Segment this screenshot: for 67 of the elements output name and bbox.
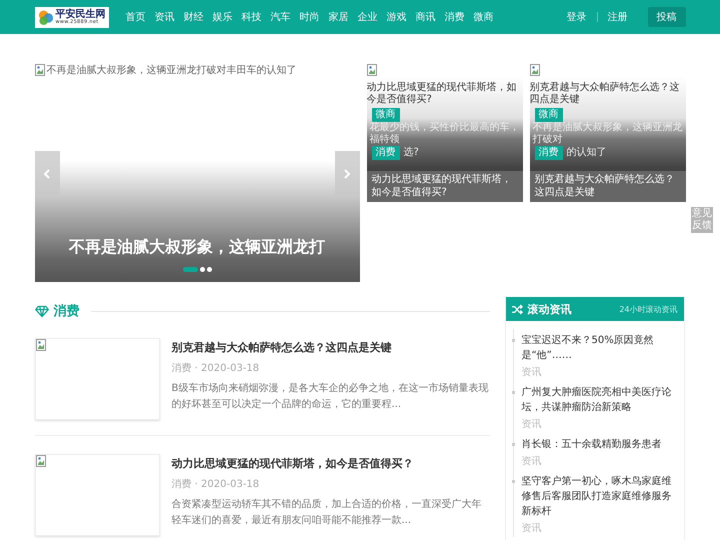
- previous-button[interactable]: [34, 151, 60, 196]
- news-link[interactable]: 宝宝迟迟不来？50%原因竟然是“他”……: [522, 333, 680, 363]
- nav-link[interactable]: 科技: [242, 10, 262, 24]
- card-summary: 不再是油腻大叔形象，这辆亚洲龙打破对: [532, 122, 684, 146]
- news-card[interactable]: 别克君越与大众帕萨特怎么选？这四点是关键 微商 不再是油腻大叔形象，这辆亚洲龙打破对 消费 的认知了 别克君越与大众帕萨特怎么选？这四点是关键: [530, 62, 686, 202]
- news-link[interactable]: 广州复大肿瘤医院亮相中美医疗论坛，共谋肿瘤防治新策略: [522, 385, 680, 415]
- news-category: 资讯: [522, 366, 542, 379]
- broken-image-icon: [530, 64, 540, 76]
- slide-caption: 不再是油腻大叔形象，这辆亚洲龙打: [68, 237, 326, 258]
- article-thumbnail[interactable]: [34, 338, 160, 420]
- card-summary: 花最少的钱，买性价比最高的车，福特领: [368, 122, 520, 146]
- feedback-button[interactable]: 意见反馈: [691, 207, 713, 233]
- image-alt-text: 动力比思域更猛的现代菲斯塔，如今是否值得买?: [366, 82, 518, 106]
- broken-image-icon: [36, 339, 46, 351]
- nav-link[interactable]: 首页: [126, 10, 146, 24]
- card-summary: 选?: [402, 147, 420, 159]
- nav-link[interactable]: 汽车: [270, 10, 290, 24]
- broken-image-icon: [34, 64, 44, 76]
- broken-image-icon: [366, 64, 376, 76]
- article-summary: B级车市场向来硝烟弥漫，是各大车企的必争之地，在这一市场销量表现的好坏甚至可以决定一个品牌的命运，它的重要程...: [172, 382, 490, 412]
- article-title[interactable]: 别克君越与大众帕萨特怎么选？这四点是关键: [172, 340, 490, 355]
- news-card[interactable]: 动力比思域更猛的现代菲斯塔，如今是否值得买? 微商 花最少的钱，买性价比最高的车，福特领 消费 选? 动力比思域更猛的现代菲斯塔，如今是否值得买?: [366, 62, 522, 202]
- sidebar-title: 滚动资讯: [528, 302, 572, 316]
- article-title[interactable]: 动力比思域更猛的现代菲斯塔，如今是否值得买？: [172, 456, 490, 471]
- nav-link[interactable]: 家居: [328, 10, 348, 24]
- logo-title: 平安民生网: [56, 10, 106, 20]
- nav-link[interactable]: 商讯: [416, 10, 436, 24]
- shuffle-icon: [512, 304, 522, 314]
- nav-link[interactable]: 消费: [444, 10, 464, 24]
- news-link[interactable]: 肖长银：五十余载精勤服务患者: [522, 437, 680, 452]
- card-summary: 的认知了: [566, 147, 608, 159]
- nav-link[interactable]: 企业: [358, 10, 378, 24]
- category-tag[interactable]: 消费: [534, 146, 562, 160]
- card-title[interactable]: 动力比思域更猛的现代菲斯塔，如今是否值得买?: [366, 171, 522, 202]
- next-button[interactable]: [334, 151, 360, 196]
- diamond-icon: [34, 304, 48, 318]
- register-link[interactable]: 注册: [608, 10, 628, 24]
- submit-button[interactable]: 投稿: [648, 7, 686, 27]
- article-thumbnail[interactable]: [34, 454, 160, 536]
- article-meta: 消费 · 2020-03-18: [172, 362, 260, 375]
- section-title: 消费: [54, 303, 80, 320]
- news-category: 资讯: [522, 418, 542, 431]
- logo-icon: [38, 8, 54, 26]
- slider-dot[interactable]: [200, 267, 204, 272]
- image-alt-text: 不再是油腻大叔形象，这辆亚洲龙打破对丰田车的认知了: [46, 64, 296, 77]
- chevron-right-icon: [343, 168, 351, 178]
- article-summary: 合资紧凑型运动轿车其不错的品质，加上合适的价格，一直深受广大年轻车迷们的喜爱，最近有朋友问咱哥能不能推荐一款...: [172, 498, 482, 528]
- chevron-left-icon: [43, 168, 51, 178]
- nav-link[interactable]: 资讯: [154, 10, 174, 24]
- sidebar-subtitle: 24小时滚动资讯: [619, 304, 678, 314]
- category-tag[interactable]: 微商: [372, 108, 400, 122]
- category-tag[interactable]: 消费: [372, 146, 400, 160]
- card-title[interactable]: 别克君越与大众帕萨特怎么选？这四点是关键: [530, 171, 686, 202]
- nav-link[interactable]: 娱乐: [212, 10, 232, 24]
- news-category: 资讯: [522, 455, 542, 468]
- slider-dot[interactable]: [206, 267, 212, 272]
- article-meta: 消费 · 2020-03-18: [172, 478, 260, 491]
- broken-image-icon: [36, 455, 46, 467]
- image-alt-text: 别克君越与大众帕萨特怎么选？这四点是关键: [530, 82, 680, 106]
- nav-link[interactable]: 游戏: [386, 10, 406, 24]
- category-tag[interactable]: 微商: [534, 108, 562, 122]
- login-link[interactable]: 登录: [566, 10, 586, 24]
- nav-link[interactable]: 财经: [184, 10, 204, 24]
- news-category: 资讯: [522, 522, 542, 535]
- nav-link[interactable]: 时尚: [300, 10, 320, 24]
- news-link[interactable]: 坚守客户第一初心，啄木鸟家庭维修售后客服团队打造家庭维修服务新标杆: [522, 474, 680, 519]
- nav-link[interactable]: 微商: [474, 10, 494, 24]
